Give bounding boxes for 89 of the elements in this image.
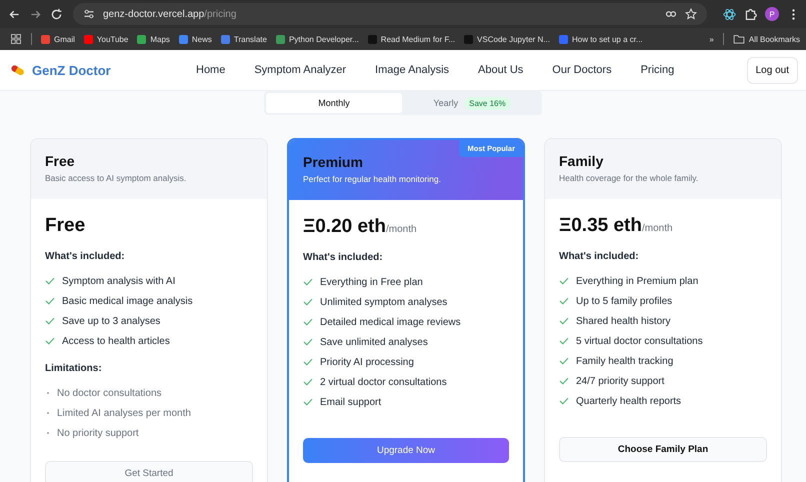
feature-text: Symptom analysis with AI <box>62 276 176 286</box>
feature-text: Save unlimited analyses <box>320 336 428 348</box>
billing-option[interactable]: Monthly <box>266 93 402 113</box>
reload-icon[interactable] <box>50 8 63 20</box>
check-icon <box>559 337 569 345</box>
feature-text: Everything in Premium plan <box>576 276 698 286</box>
bookmark[interactable]: Read Medium for F... <box>368 34 456 44</box>
bookmark[interactable]: VSCode Jupyter N... <box>464 34 550 44</box>
limitation-text: No doctor consultations <box>57 388 162 398</box>
plan-button[interactable]: Choose Family Plan <box>559 437 767 462</box>
bookmark[interactable]: Maps <box>137 34 170 44</box>
check-icon <box>559 377 569 385</box>
limitation-text: No priority support <box>57 428 139 438</box>
bookmark[interactable]: Translate <box>220 34 267 44</box>
feature-text: Basic medical image analysis <box>62 296 193 306</box>
plan-description: Basic access to AI symptom analysis. <box>45 173 188 183</box>
check-icon <box>303 358 313 366</box>
plan-name: Free <box>45 153 76 169</box>
plan-description: Perfect for regular health monitoring. <box>303 174 442 184</box>
check-icon <box>303 318 313 326</box>
plan-name: Family <box>559 153 604 169</box>
feature-text: 5 virtual doctor consultations <box>576 336 703 346</box>
feature-text: 2 virtual doctor consultations <box>320 376 447 388</box>
all-bookmarks-button[interactable]: All Bookmarks <box>732 33 800 45</box>
feature-text: Quarterly health reports <box>576 396 682 406</box>
price-period: /month <box>386 224 417 235</box>
feature-text: Everything in Free plan <box>320 276 423 288</box>
check-icon <box>45 277 55 285</box>
plan-button[interactable]: Upgrade Now <box>303 438 509 463</box>
atom-icon[interactable] <box>723 8 736 20</box>
profile-avatar[interactable]: P <box>765 7 779 21</box>
feature-text: Detailed medical image reviews <box>320 316 461 328</box>
check-icon <box>303 278 313 286</box>
check-icon <box>559 397 569 405</box>
site-settings-icon[interactable] <box>83 8 95 20</box>
brand-name[interactable]: GenZ Doctor <box>32 62 111 78</box>
more-bookmarks-button[interactable]: » <box>709 34 714 44</box>
feature-text: Unlimited symptom analyses <box>320 296 448 308</box>
bookmark[interactable]: News <box>178 34 212 44</box>
feature-text: 24/7 priority support <box>576 376 664 386</box>
feature-text: Up to 5 family profiles <box>576 296 672 306</box>
section-heading: What's included: <box>45 251 126 262</box>
star-icon[interactable] <box>685 8 697 20</box>
folder-icon <box>732 33 745 45</box>
feature-text: Priority AI processing <box>320 356 414 368</box>
check-icon <box>559 317 569 325</box>
plan-name: Premium <box>303 154 364 170</box>
bookmark[interactable]: Python Developer... <box>276 34 359 44</box>
feature-text: Shared health history <box>576 316 671 326</box>
nav-link[interactable]: Symptom Analyzer <box>254 64 346 76</box>
billing-option[interactable]: Yearly Save 16% <box>404 93 540 113</box>
feature-text: Access to health articles <box>62 336 170 346</box>
nav-link[interactable]: Pricing <box>640 64 674 76</box>
price-period: /month <box>642 223 673 234</box>
plan-price: Ξ0.20 eth <box>303 216 386 238</box>
save-badge: Save 16% <box>464 96 511 110</box>
check-icon <box>559 357 569 365</box>
nav-link[interactable]: About Us <box>478 64 524 76</box>
nav-link[interactable]: Home <box>196 64 226 76</box>
section-heading: Limitations: <box>45 363 103 374</box>
apps-grid-icon[interactable] <box>10 33 22 45</box>
address-bar[interactable]: genz-doctor.vercel.app/pricing <box>73 3 707 25</box>
nav-link[interactable]: Our Doctors <box>552 64 612 76</box>
bookmark[interactable]: How to set up a cr... <box>558 34 643 44</box>
feature-text: Family health tracking <box>576 356 674 366</box>
check-icon <box>559 277 569 285</box>
plan-price: Ξ0.35 eth <box>559 215 642 237</box>
check-icon <box>303 378 313 386</box>
feature-text: Save up to 3 analyses <box>62 316 160 326</box>
check-icon <box>45 297 55 305</box>
check-icon <box>303 338 313 346</box>
check-icon <box>303 298 313 306</box>
limitation-text: Limited AI analyses per month <box>57 408 191 418</box>
bookmark[interactable]: YouTube <box>84 34 128 44</box>
section-heading: What's included: <box>559 251 640 262</box>
check-icon <box>559 297 569 305</box>
plan-description: Health coverage for the whole family. <box>559 173 700 183</box>
check-icon <box>45 337 55 345</box>
pill-icon <box>10 64 26 76</box>
puzzle-icon[interactable] <box>744 8 757 20</box>
bookmark[interactable]: Gmail <box>41 34 75 44</box>
section-heading: What's included: <box>303 252 384 263</box>
plan-button[interactable]: Get Started <box>45 461 253 482</box>
feature-text: Email support <box>320 396 382 408</box>
logout-button[interactable]: Log out <box>746 56 798 84</box>
check-icon <box>45 317 55 325</box>
check-icon <box>303 398 313 406</box>
nav-link[interactable]: Image Analysis <box>375 64 450 76</box>
plan-price: Free <box>45 215 86 237</box>
